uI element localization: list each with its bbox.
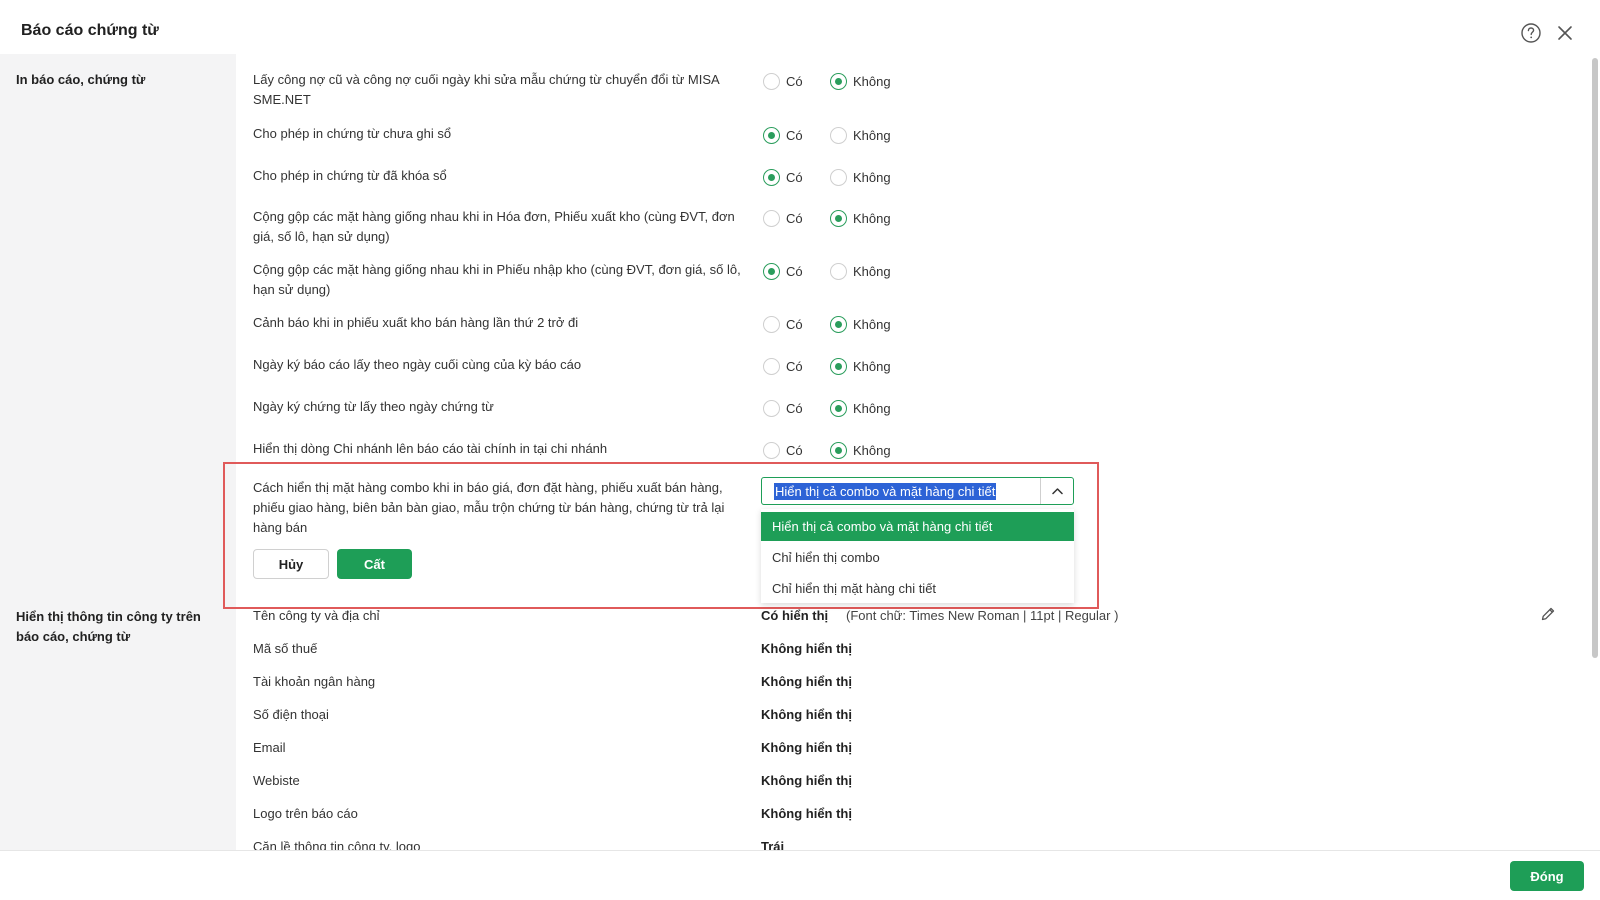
- section-labels-column: [0, 54, 236, 850]
- company-info-label: Webiste: [253, 773, 300, 788]
- company-info-value: Không hiển thị: [761, 806, 852, 821]
- radio-no[interactable]: [830, 400, 847, 417]
- close-icon[interactable]: [1556, 24, 1574, 42]
- radio-yes[interactable]: [763, 316, 780, 333]
- radio-label-yes: Có: [786, 401, 803, 416]
- radio-label-no: Không: [853, 128, 891, 143]
- radio-label-no: Không: [853, 401, 891, 416]
- radio-label-no: Không: [853, 317, 891, 332]
- setting-label: Cộng gộp các mặt hàng giống nhau khi in …: [253, 209, 735, 244]
- dialog-header: Báo cáo chứng từ: [0, 0, 1600, 54]
- company-info-value: Không hiển thị: [761, 773, 852, 788]
- setting-label: Cho phép in chứng từ đã khóa sổ: [253, 168, 447, 183]
- setting-label: Ngày ký chứng từ lấy theo ngày chứng từ: [253, 399, 494, 414]
- chevron-up-icon: [1052, 488, 1063, 495]
- setting-label: Cho phép in chứng từ chưa ghi sổ: [253, 126, 452, 141]
- company-info-value: Không hiển thị: [761, 740, 852, 755]
- radio-label-no: Không: [853, 359, 891, 374]
- radio-label-no: Không: [853, 74, 891, 89]
- scrollbar-thumb[interactable]: [1592, 58, 1598, 658]
- dropdown-toggle[interactable]: [1040, 478, 1073, 504]
- company-info-label: Số điện thoại: [253, 707, 329, 722]
- radio-no[interactable]: [830, 316, 847, 333]
- dialog-footer: [0, 850, 1600, 900]
- radio-no[interactable]: [830, 358, 847, 375]
- dropdown-option[interactable]: Hiển thị cả combo và mặt hàng chi tiết: [761, 512, 1074, 541]
- company-info-value: Không hiển thị: [761, 641, 852, 656]
- radio-no[interactable]: [830, 73, 847, 90]
- combo-selected-value: Hiển thị cả combo và mặt hàng chi tiết: [774, 483, 997, 500]
- radio-label-yes: Có: [786, 74, 803, 89]
- radio-no[interactable]: [830, 263, 847, 280]
- radio-label-no: Không: [853, 264, 891, 279]
- radio-yes[interactable]: [763, 169, 780, 186]
- radio-label-yes: Có: [786, 128, 803, 143]
- radio-no[interactable]: [830, 169, 847, 186]
- combo-dropdown-list: Hiển thị cả combo và mặt hàng chi tiết C…: [761, 509, 1074, 603]
- company-info-value: Không hiển thị: [761, 674, 852, 689]
- radio-label-yes: Có: [786, 170, 803, 185]
- combo-display-select[interactable]: Hiển thị cả combo và mặt hàng chi tiết: [761, 477, 1074, 505]
- company-info-label: Logo trên báo cáo: [253, 806, 358, 821]
- setting-label: Ngày ký báo cáo lấy theo ngày cuối cùng …: [253, 357, 582, 372]
- setting-label: Hiển thị dòng Chi nhánh lên báo cáo tài …: [253, 441, 608, 456]
- radio-yes[interactable]: [763, 73, 780, 90]
- company-info-label: Mã số thuế: [253, 641, 318, 656]
- radio-yes[interactable]: [763, 210, 780, 227]
- radio-label-no: Không: [853, 170, 891, 185]
- radio-label-yes: Có: [786, 359, 803, 374]
- company-info-label: Tên công ty và địa chỉ: [253, 608, 380, 623]
- company-info-label: Tài khoản ngân hàng: [253, 674, 376, 689]
- scrollbar[interactable]: [1590, 54, 1600, 850]
- dropdown-option[interactable]: Chỉ hiển thị mặt hàng chi tiết: [761, 574, 1074, 603]
- setting-label: Cảnh báo khi in phiếu xuất kho bán hàng …: [253, 315, 579, 330]
- close-button[interactable]: Đóng: [1510, 861, 1584, 891]
- setting-label: Cộng gộp các mặt hàng giống nhau khi in …: [253, 262, 741, 297]
- radio-label-no: Không: [853, 443, 891, 458]
- company-info-label: Email: [253, 740, 286, 755]
- radio-label-yes: Có: [786, 317, 803, 332]
- radio-yes[interactable]: [763, 127, 780, 144]
- radio-label-yes: Có: [786, 443, 803, 458]
- radio-no[interactable]: [830, 127, 847, 144]
- radio-yes[interactable]: [763, 263, 780, 280]
- help-icon[interactable]: [1521, 23, 1541, 43]
- pencil-icon[interactable]: [1540, 606, 1556, 622]
- radio-yes[interactable]: [763, 400, 780, 417]
- section-label-company-info: Hiển thị thông tin công ty trên báo cáo,…: [16, 609, 201, 644]
- company-info-font-detail: (Font chữ: Times New Roman | 11pt | Regu…: [846, 608, 1119, 623]
- dropdown-option[interactable]: Chỉ hiển thị combo: [761, 543, 1074, 572]
- company-info-value: Có hiển thị: [761, 608, 829, 623]
- radio-label-no: Không: [853, 211, 891, 226]
- radio-no[interactable]: [830, 442, 847, 459]
- setting-label: Lấy công nợ cũ và công nợ cuối ngày khi …: [253, 72, 719, 107]
- company-info-value: Không hiển thị: [761, 707, 852, 722]
- radio-yes[interactable]: [763, 442, 780, 459]
- radio-no[interactable]: [830, 210, 847, 227]
- dialog-title: Báo cáo chứng từ: [21, 22, 159, 39]
- section-label-print: In báo cáo, chứng từ: [16, 72, 146, 87]
- radio-label-yes: Có: [786, 264, 803, 279]
- radio-yes[interactable]: [763, 358, 780, 375]
- radio-label-yes: Có: [786, 211, 803, 226]
